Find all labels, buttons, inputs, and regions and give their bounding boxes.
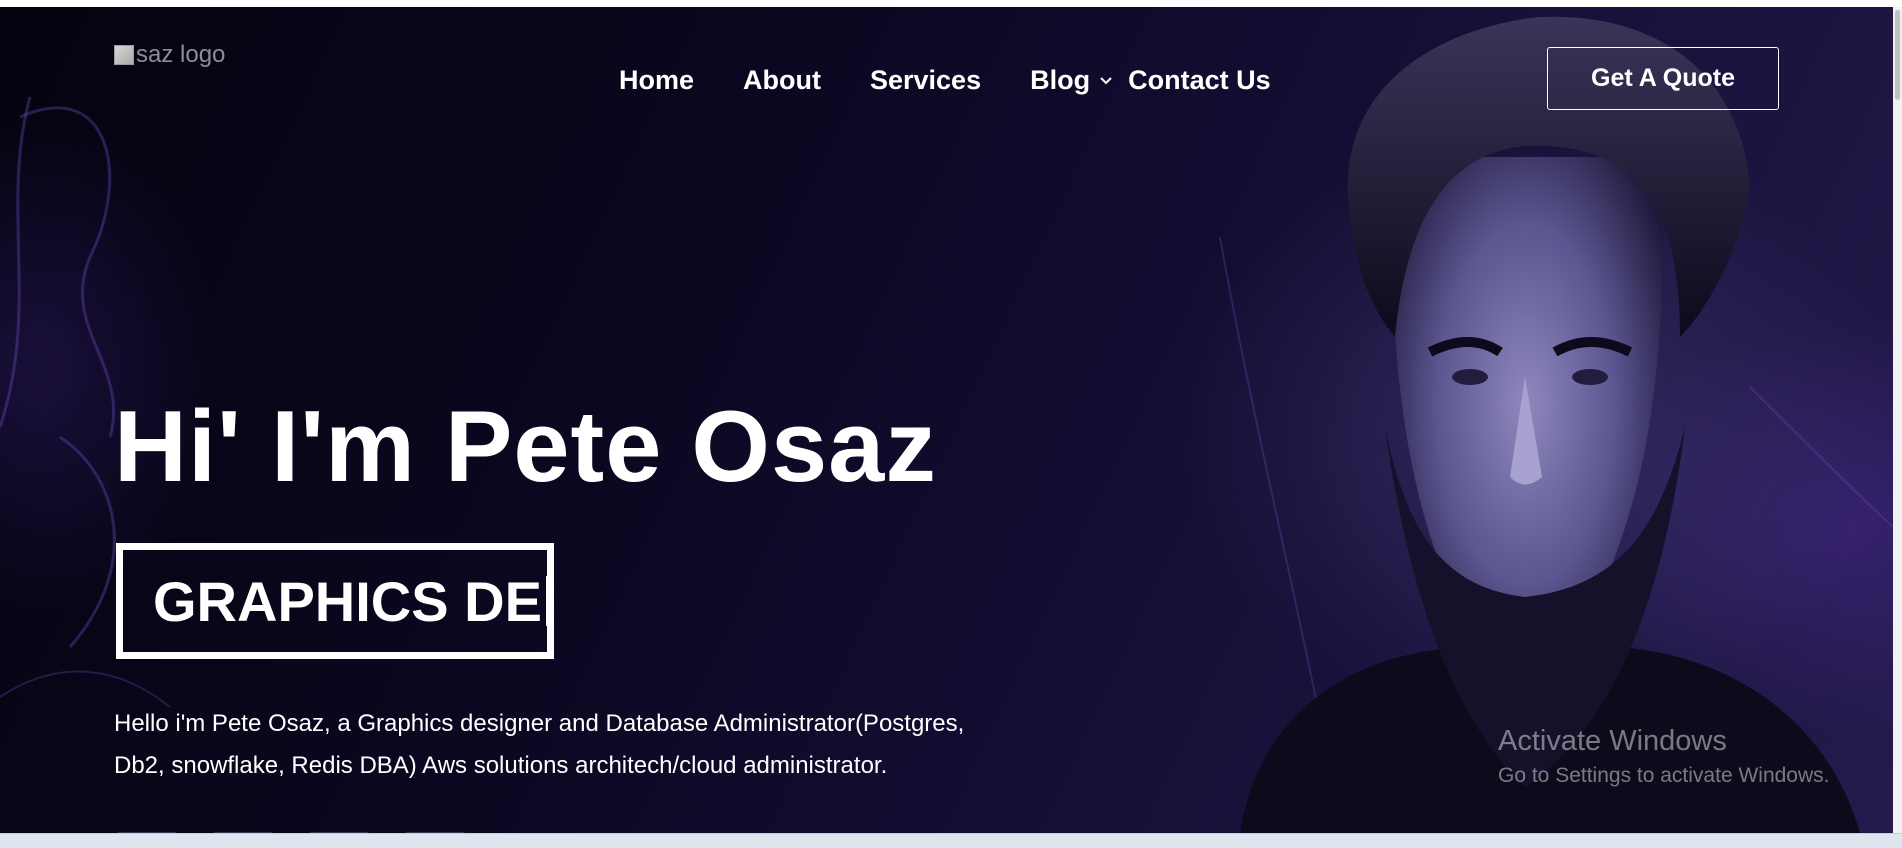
logo-alt-text: saz logo — [136, 41, 226, 68]
typed-role-box: GRAPHICS DE — [116, 543, 554, 659]
hero-title: Hi' I'm Pete Osaz — [114, 391, 937, 503]
watermark-title: Activate Windows — [1498, 725, 1727, 757]
os-taskbar — [0, 833, 1902, 848]
nav-contact[interactable]: Contact Us — [1128, 65, 1271, 96]
watermark-subtitle: Go to Settings to activate Windows. — [1498, 764, 1830, 787]
nav-about[interactable]: About — [743, 65, 821, 96]
nav-blog-label: Blog — [1030, 64, 1091, 95]
scrollbar-thumb[interactable] — [1895, 10, 1900, 100]
site-logo[interactable]: saz logo — [114, 41, 225, 68]
main-nav: Home About Services Blog Contact Us — [619, 60, 1320, 100]
page-scrollbar[interactable] — [1893, 7, 1902, 833]
windows-activation-watermark: Activate Windows Go to Settings to activ… — [1498, 725, 1830, 788]
nav-blog[interactable]: Blog — [1030, 65, 1114, 96]
nav-home[interactable]: Home — [619, 65, 694, 96]
portrait-image — [1240, 16, 1860, 833]
broken-image-icon — [114, 45, 134, 65]
typing-cursor — [545, 576, 547, 626]
top-strip — [0, 0, 1902, 7]
hero-section: saz logo Home About Services Blog Contac… — [0, 7, 1893, 833]
chevron-down-icon — [1100, 77, 1112, 85]
typed-role-text: GRAPHICS DE — [153, 569, 542, 633]
nav-services[interactable]: Services — [870, 65, 981, 96]
get-quote-button[interactable]: Get A Quote — [1547, 47, 1779, 110]
hero-bio: Hello i'm Pete Osaz, a Graphics designer… — [114, 710, 965, 779]
